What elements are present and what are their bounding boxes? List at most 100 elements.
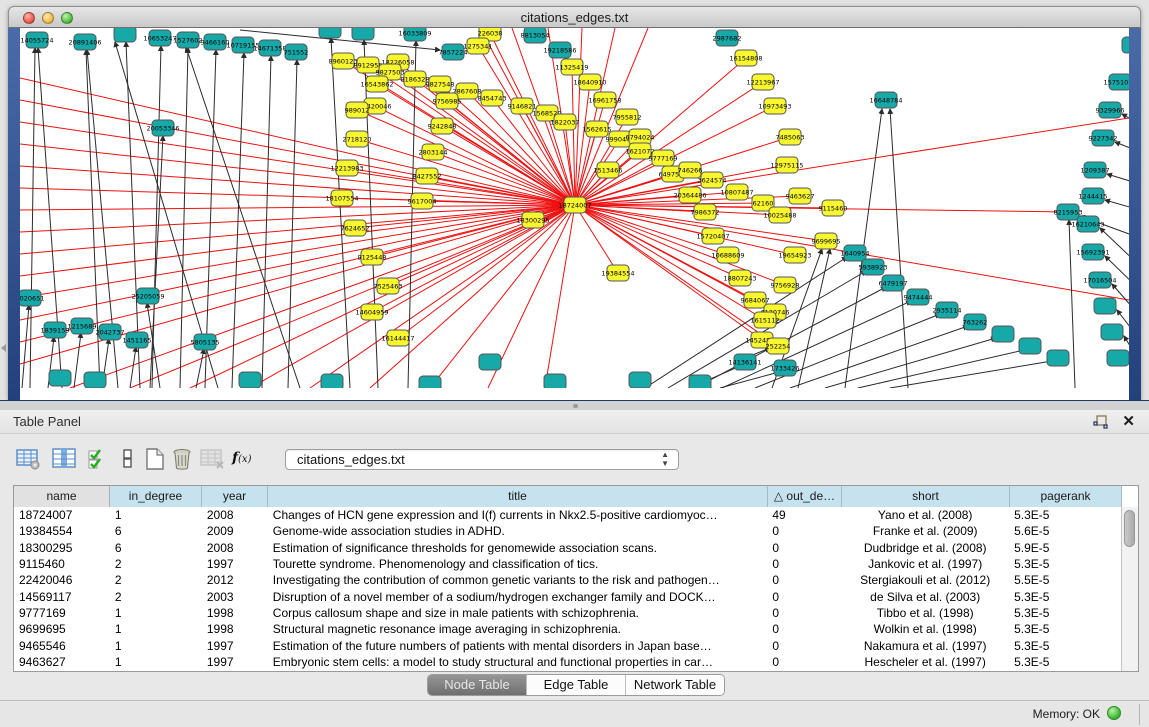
table-row[interactable]: 969969511998Structural magnetic resonanc… — [14, 621, 1121, 637]
graph-node-yellow[interactable]: 12213967 — [746, 74, 779, 90]
graph-node-yellow[interactable]: 7986372 — [691, 204, 720, 220]
column-header-pagerank[interactable]: pagerank — [1010, 486, 1122, 507]
graph-node-teal[interactable] — [479, 354, 501, 370]
table-row[interactable]: 946362711997Embryonic stem cells: a mode… — [14, 654, 1121, 670]
split-divider-grip[interactable] — [573, 404, 578, 408]
graph-node-teal[interactable] — [321, 374, 343, 388]
graph-node-yellow[interactable]: 8454743 — [478, 90, 507, 106]
graph-node-yellow[interactable]: 2803144 — [419, 144, 448, 160]
graph-node-teal[interactable]: 9474444 — [904, 289, 933, 305]
graph-node-teal[interactable]: 15692391 — [1076, 244, 1109, 260]
table-row[interactable]: 1830029562008Estimation of significance … — [14, 540, 1121, 556]
tab-node-table[interactable]: Node Table — [428, 675, 527, 695]
graph-node-teal[interactable] — [239, 372, 261, 388]
table-options-icon[interactable] — [16, 447, 42, 471]
graph-node-yellow[interactable]: 9617004 — [408, 193, 437, 209]
graph-node-teal[interactable]: 2935114 — [933, 302, 962, 318]
graph-node-teal[interactable] — [629, 372, 651, 388]
graph-node-yellow[interactable]: 19384554 — [601, 265, 634, 281]
graph-node-teal[interactable] — [992, 326, 1014, 342]
citation-network-graph[interactable]: 1405572420891406106532471527602946616010… — [20, 28, 1129, 388]
graph-node-yellow[interactable]: 9777169 — [649, 150, 678, 166]
graph-node-teal[interactable]: 9329966 — [1096, 102, 1125, 118]
graph-node-yellow[interactable]: 989012 — [345, 102, 370, 118]
graph-node-yellow[interactable]: 10688609 — [711, 247, 744, 263]
graph-node-yellow[interactable]: 11325419 — [555, 59, 588, 75]
graph-node-teal[interactable]: 1527602 — [174, 32, 203, 48]
graph-node-teal[interactable]: 20891406 — [68, 34, 101, 50]
table-row[interactable]: 2242004622012Investigating the contribut… — [14, 572, 1121, 588]
graph-node-teal[interactable] — [1122, 37, 1129, 53]
graph-node-teal[interactable]: 6479197 — [879, 275, 908, 291]
graph-node-yellow[interactable]: 19654923 — [778, 247, 811, 263]
tab-edge-table[interactable]: Edge Table — [527, 675, 626, 695]
graph-node-yellow[interactable]: 2718120 — [343, 131, 372, 147]
network-window-titlebar[interactable]: citations_edges.txt — [8, 6, 1141, 28]
graph-node-yellow[interactable]: 7485063 — [776, 129, 805, 145]
column-header-in_degree[interactable]: in_degree — [110, 486, 202, 507]
graph-node-teal[interactable]: 1451165 — [123, 332, 152, 348]
new-file-icon[interactable] — [142, 447, 168, 471]
row-height-icon[interactable] — [116, 447, 142, 471]
graph-node-teal[interactable]: 5938923 — [859, 259, 888, 275]
graph-node-teal[interactable]: 15751074 — [1103, 74, 1129, 90]
table-row[interactable]: 1872400712008Changes of HCN gene express… — [14, 507, 1121, 523]
graph-node-yellow[interactable]: 3624574 — [698, 172, 727, 188]
graph-node-teal[interactable] — [419, 376, 441, 388]
graph-node-yellow[interactable]: 16154808 — [729, 50, 762, 66]
function-builder-icon[interactable]: f(x) — [232, 450, 258, 474]
graph-node-teal[interactable]: 1215689 — [68, 318, 97, 334]
graph-node-yellow[interactable]: 18107554 — [325, 190, 358, 206]
graph-node-teal[interactable] — [114, 28, 136, 42]
graph-node-teal[interactable] — [352, 28, 374, 40]
graph-node-teal[interactable]: 1733426 — [771, 360, 800, 376]
graph-node-yellow[interactable]: 1615112 — [751, 312, 780, 328]
graph-node-teal[interactable]: 17016504 — [1083, 272, 1116, 288]
graph-node-yellow[interactable]: 12975115 — [770, 157, 803, 173]
split-divider[interactable] — [0, 400, 1149, 410]
graph-node-yellow[interactable]: 7525463 — [374, 278, 403, 294]
graph-node-teal[interactable] — [689, 375, 711, 388]
graph-node-teal[interactable]: 2042737 — [96, 324, 125, 340]
select-all-checks-icon[interactable] — [86, 447, 112, 471]
trash-icon[interactable] — [170, 447, 196, 471]
graph-node-yellow[interactable]: 252254 — [766, 338, 791, 354]
graph-node-teal[interactable]: 9466160 — [201, 34, 230, 50]
table-row[interactable]: 1938455462009Genome-wide association stu… — [14, 523, 1121, 539]
graph-node-yellow[interactable]: 9699695 — [812, 233, 841, 249]
table-scrollbar[interactable] — [1121, 507, 1138, 671]
graph-node-yellow[interactable]: 7955812 — [613, 109, 642, 125]
column-header-title[interactable]: title — [268, 486, 768, 507]
graph-node-teal[interactable]: 1244415 — [1079, 188, 1108, 204]
close-panel-icon[interactable]: ✕ — [1122, 412, 1135, 430]
graph-node-yellow[interactable]: 9115460 — [819, 200, 848, 216]
graph-node-teal[interactable] — [1019, 338, 1041, 354]
graph-node-teal[interactable]: 2987682 — [713, 30, 742, 46]
graph-node-teal[interactable] — [319, 28, 341, 38]
graph-node-teal[interactable]: 1209387 — [1081, 162, 1110, 178]
graph-node-teal[interactable] — [1047, 350, 1069, 366]
graph-node-yellow[interactable]: 9756928 — [771, 277, 800, 293]
graph-node-yellow[interactable]: 12213983 — [330, 160, 363, 176]
table-row[interactable]: 911546021997Tourette syndrome. Phenomeno… — [14, 556, 1121, 572]
memory-ok-indicator[interactable] — [1107, 706, 1121, 720]
graph-node-teal[interactable]: 751552 — [284, 44, 309, 60]
tab-network-table[interactable]: Network Table — [626, 675, 724, 695]
network-table-selector[interactable]: citations_edges.txt ▲▼ — [285, 449, 679, 470]
graph-node-teal[interactable] — [49, 370, 71, 386]
graph-node-yellow[interactable]: 9125448 — [358, 249, 387, 265]
left-splitter-arrow-icon[interactable] — [1, 344, 6, 352]
graph-node-yellow[interactable]: 9756985 — [433, 93, 462, 109]
graph-node-yellow[interactable]: 16961758 — [588, 92, 621, 108]
graph-node-teal[interactable] — [1094, 298, 1116, 314]
column-header-short[interactable]: short — [842, 486, 1010, 507]
graph-node-teal[interactable]: 763262 — [963, 314, 988, 330]
show-columns-icon[interactable] — [52, 447, 78, 471]
graph-node-teal[interactable]: 8813054 — [521, 28, 550, 43]
graph-node-teal[interactable]: 16648784 — [869, 92, 902, 108]
graph-node-teal[interactable] — [1101, 324, 1123, 340]
graph-node-yellow[interactable]: 1275341 — [464, 38, 493, 54]
graph-node-teal[interactable] — [84, 372, 106, 388]
graph-node-yellow[interactable]: 7624652 — [341, 220, 370, 236]
graph-node-yellow[interactable]: 1822037 — [551, 114, 580, 130]
